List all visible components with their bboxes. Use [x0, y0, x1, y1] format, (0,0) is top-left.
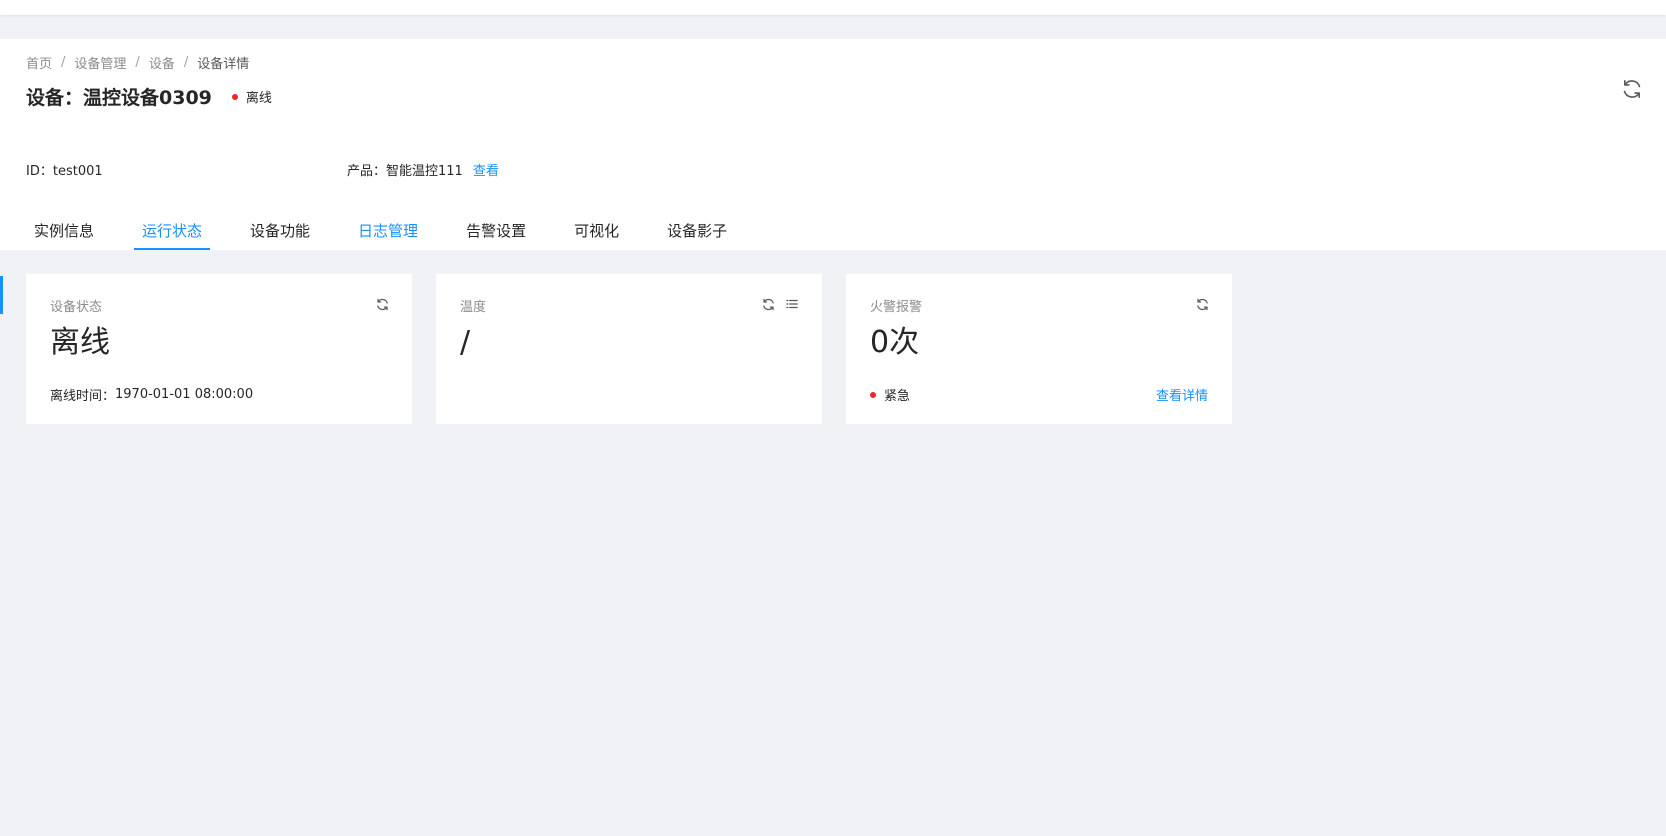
page-refresh-button[interactable] — [1620, 77, 1644, 101]
page-title-prefix: 设备： — [26, 87, 84, 109]
device-id-label: ID： — [26, 164, 53, 179]
tab-visualization[interactable]: 可视化 — [566, 211, 627, 250]
list-icon — [786, 299, 798, 309]
view-product-link[interactable]: 查看 — [473, 164, 499, 179]
card-value: 离线 — [50, 325, 110, 360]
offline-time-label: 离线时间： — [50, 389, 116, 404]
breadcrumb-separator: / — [61, 55, 66, 70]
breadcrumb-device-management[interactable]: 设备管理 — [74, 53, 126, 72]
product-value: 智能温控111 — [386, 164, 463, 179]
breadcrumb-separator: / — [183, 55, 189, 70]
refresh-icon — [1196, 298, 1208, 310]
card-footer: 紧急 查看详情 — [870, 385, 1208, 404]
status-cards: 设备状态 离线 离线时间： 1970-01-01 08:00:00 温度 / 火… — [26, 274, 1256, 424]
tab-log-management[interactable]: 日志管理 — [350, 211, 426, 250]
breadcrumb-separator: / — [135, 55, 140, 70]
page-title: 设备： 温控设备0309 离线 — [26, 83, 272, 110]
card-label: 设备状态 — [50, 300, 103, 315]
card-value: / — [460, 325, 471, 360]
tab-device-functions[interactable]: 设备功能 — [242, 211, 318, 250]
device-id: ID：test001 — [26, 160, 103, 179]
refresh-icon — [762, 298, 774, 310]
card-history-list-button[interactable] — [784, 296, 800, 312]
card-refresh-button[interactable] — [374, 296, 390, 312]
fire-alarm-card: 火警报警 0次 紧急 查看详情 — [846, 274, 1232, 424]
device-product: 产品：智能温控111 查看 — [347, 160, 499, 179]
device-status-card: 设备状态 离线 离线时间： 1970-01-01 08:00:00 — [26, 274, 412, 424]
card-refresh-button[interactable] — [1194, 296, 1210, 312]
offline-time-value: 1970-01-01 08:00:00 — [115, 387, 254, 402]
device-tabs: 实例信息 运行状态 设备功能 日志管理 告警设置 可视化 设备影子 — [26, 211, 767, 250]
alarm-level-dot-icon — [870, 391, 876, 398]
device-status-text: 离线 — [245, 91, 272, 106]
sidebar-active-indicator — [0, 276, 3, 314]
card-actions — [1186, 296, 1210, 312]
card-value: 0次 — [870, 325, 920, 360]
device-status-badge: 离线 — [231, 87, 272, 106]
card-label: 温度 — [460, 300, 487, 315]
breadcrumb-device[interactable]: 设备 — [149, 53, 175, 72]
tab-running-status[interactable]: 运行状态 — [134, 211, 211, 250]
card-footer: 离线时间： 1970-01-01 08:00:00 — [50, 385, 388, 404]
page-header: 首页 / 设备管理 / 设备 / 设备详情 设备： 温控设备0309 离线 ID… — [0, 39, 1666, 250]
temperature-card: 温度 / — [436, 274, 822, 424]
card-label: 火警报警 — [870, 300, 923, 315]
tab-alarm-settings[interactable]: 告警设置 — [458, 211, 534, 250]
tab-instance-info[interactable]: 实例信息 — [26, 211, 102, 250]
refresh-icon — [376, 298, 388, 310]
alarm-level: 紧急 — [870, 385, 910, 404]
device-name: 温控设备0309 — [83, 87, 212, 109]
offline-time: 离线时间： 1970-01-01 08:00:00 — [50, 385, 253, 404]
status-dot-icon — [231, 93, 238, 100]
breadcrumb-home[interactable]: 首页 — [26, 53, 52, 72]
view-alarm-details-link[interactable]: 查看详情 — [1156, 385, 1208, 404]
product-label: 产品： — [347, 164, 387, 179]
top-navbar — [0, 0, 1666, 15]
breadcrumb-device-detail: 设备详情 — [197, 57, 250, 72]
breadcrumb: 首页 / 设备管理 / 设备 / 设备详情 — [26, 53, 249, 72]
alarm-level-text: 紧急 — [884, 389, 911, 404]
refresh-icon — [1623, 79, 1641, 99]
card-refresh-button[interactable] — [760, 296, 776, 312]
card-actions — [366, 296, 390, 312]
device-id-value: test001 — [52, 164, 103, 179]
tab-device-shadow[interactable]: 设备影子 — [659, 211, 735, 250]
card-actions — [752, 296, 800, 312]
